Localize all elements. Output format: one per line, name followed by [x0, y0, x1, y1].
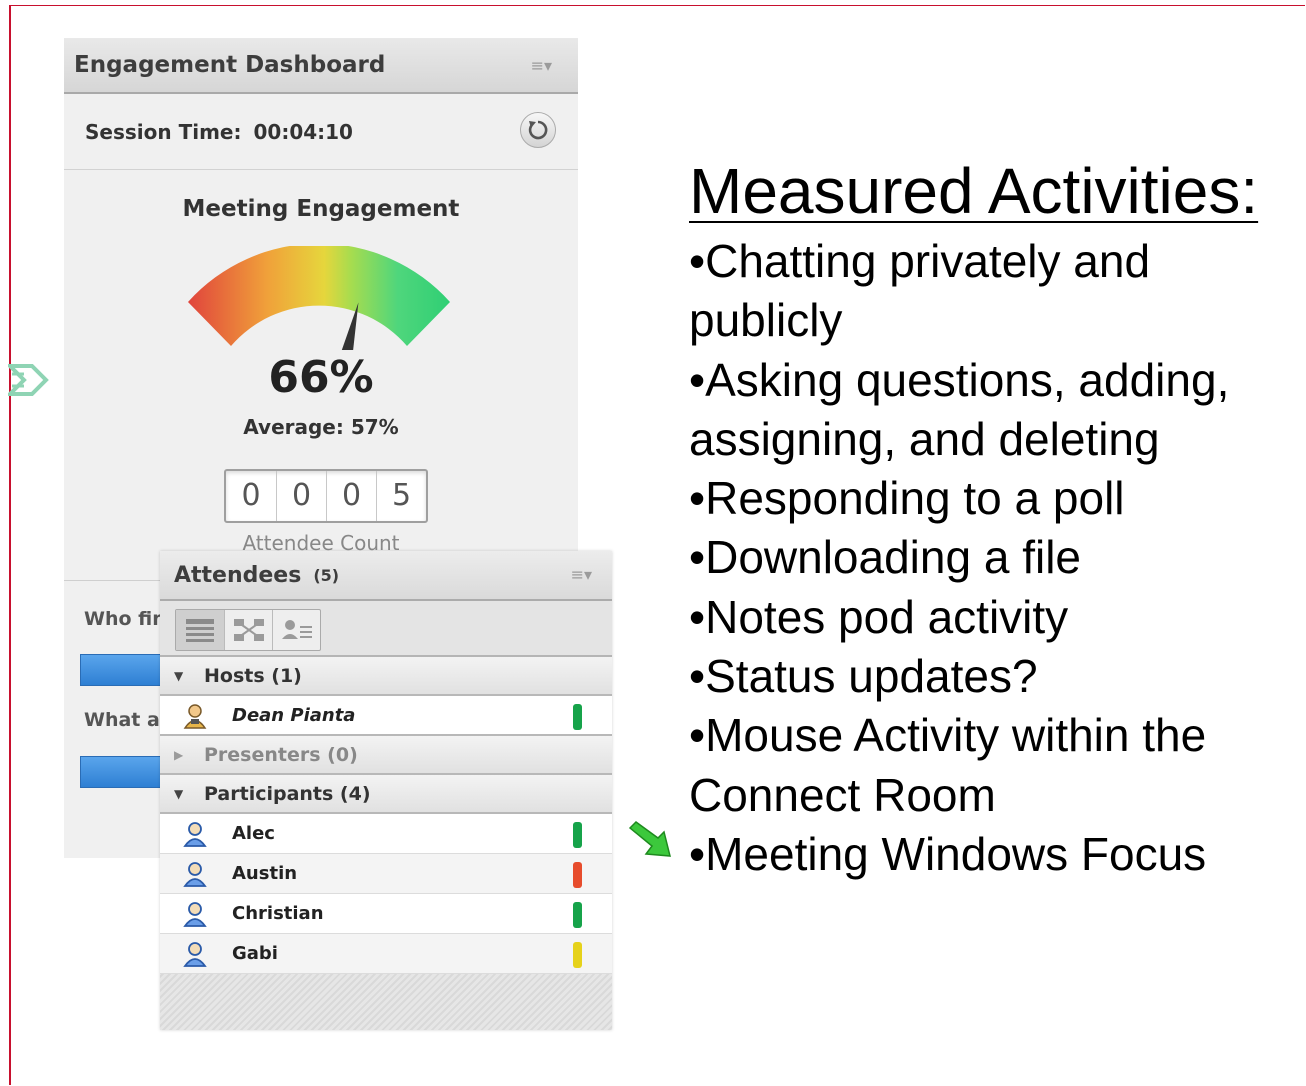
- activity-bullet: •Asking questions, adding, assigning, an…: [689, 353, 1230, 465]
- engagement-percent: 66%: [268, 352, 374, 403]
- attendee-row[interactable]: Gabi: [160, 934, 612, 974]
- attendees-pod-header: Attendees (5) ≡▾: [160, 551, 612, 601]
- activity-bullet: •Chatting privately and publicly: [689, 235, 1151, 347]
- activity-bullet: •Notes pod activity: [689, 590, 1069, 643]
- triangle-down-icon: ▼: [174, 668, 184, 683]
- green-arrow-icon: [628, 821, 671, 857]
- activity-bullet: •Mouse Activity within the Connect Room: [689, 709, 1207, 821]
- engagement-average: Average: 57%: [243, 415, 399, 439]
- refresh-button[interactable]: [520, 112, 556, 148]
- status-view-icon: [281, 620, 312, 639]
- attendees-count: (5): [313, 565, 340, 585]
- poll-question-label: What ar: [84, 709, 170, 731]
- user-icon: [183, 942, 207, 967]
- status-indicator: [573, 704, 582, 730]
- breakout-view-button[interactable]: [224, 610, 272, 650]
- view-switcher: [175, 609, 321, 651]
- presenters-group-label: Presenters (0): [204, 743, 358, 766]
- engagement-gauge: [188, 246, 450, 350]
- attendee-name: Alec: [232, 823, 275, 844]
- counter-digit: 5: [376, 471, 426, 521]
- status-indicator: [573, 942, 582, 968]
- attendee-name: Gabi: [232, 943, 278, 964]
- counter-digit: 0: [326, 471, 376, 521]
- status-indicator: [573, 822, 582, 848]
- hosts-group-header[interactable]: ▼ Hosts (1): [160, 657, 612, 696]
- user-icon: [183, 822, 207, 847]
- poll-progress-bar: [80, 756, 170, 788]
- engagement-pod-title: Engagement Dashboard: [74, 52, 386, 78]
- refresh-icon: [528, 120, 548, 140]
- attendee-name: Christian: [232, 903, 324, 924]
- activity-bullet: •Downloading a file: [689, 531, 1082, 584]
- status-indicator: [573, 862, 582, 888]
- list-view-icon: [186, 619, 214, 642]
- session-time-value: 00:04:10: [253, 119, 353, 144]
- arrow-right-icon: [8, 364, 49, 396]
- attendee-counter: 0 0 0 5: [224, 469, 428, 523]
- attendee-row[interactable]: Alec: [160, 814, 612, 854]
- status-indicator: [573, 902, 582, 928]
- poll-progress-bar: [80, 654, 170, 686]
- counter-digit: 0: [241, 478, 261, 513]
- activity-bullet: •Status updates?: [689, 650, 1038, 703]
- engagement-pod-header: Engagement Dashboard ≡▾: [64, 38, 578, 94]
- attendee-name: Dean Pianta: [232, 704, 356, 726]
- status-view-button[interactable]: [272, 610, 320, 650]
- triangle-right-icon: ▶: [174, 747, 184, 762]
- attendee-row[interactable]: Christian: [160, 894, 612, 934]
- session-time-label: Session Time:: [85, 119, 242, 144]
- attendee-name: Austin: [232, 863, 298, 884]
- pod-menu-icon[interactable]: ≡▾: [531, 56, 552, 75]
- attendee-row-host[interactable]: Dean Pianta: [160, 696, 612, 736]
- list-view-button[interactable]: [176, 610, 224, 650]
- attendees-title: Attendees: [174, 562, 302, 588]
- session-time-row: Session Time: 00:04:10: [64, 94, 578, 170]
- activity-bullet: •Responding to a poll: [689, 472, 1125, 525]
- host-user-icon: [183, 704, 207, 729]
- hosts-group-label: Hosts (1): [204, 664, 302, 687]
- activity-bullet: •Meeting Windows Focus: [689, 827, 1207, 880]
- attendee-row[interactable]: Austin: [160, 854, 612, 894]
- participants-group-header[interactable]: ▼ Participants (4): [160, 775, 612, 814]
- breakout-view-icon: [233, 619, 264, 641]
- presenters-group-header[interactable]: ▶ Presenters (0): [160, 736, 612, 775]
- slide-heading: Measured Activities:: [689, 155, 1259, 227]
- counter-digit: 0: [276, 471, 326, 521]
- attendees-pod: Attendees (5) ≡▾ ▼ Hosts (1) Dean Pianta…: [160, 551, 612, 1030]
- poll-question-label: Who fin: [84, 608, 166, 630]
- measured-activities-list: •Chatting privately and publicly •Asking…: [689, 232, 1289, 884]
- pod-menu-icon[interactable]: ≡▾: [571, 565, 592, 584]
- user-icon: [183, 862, 207, 887]
- attendees-toolbar: [160, 601, 612, 657]
- meeting-engagement-title: Meeting Engagement: [182, 196, 460, 222]
- triangle-down-icon: ▼: [174, 786, 184, 801]
- participants-group-label: Participants (4): [204, 782, 371, 805]
- user-icon: [183, 902, 207, 927]
